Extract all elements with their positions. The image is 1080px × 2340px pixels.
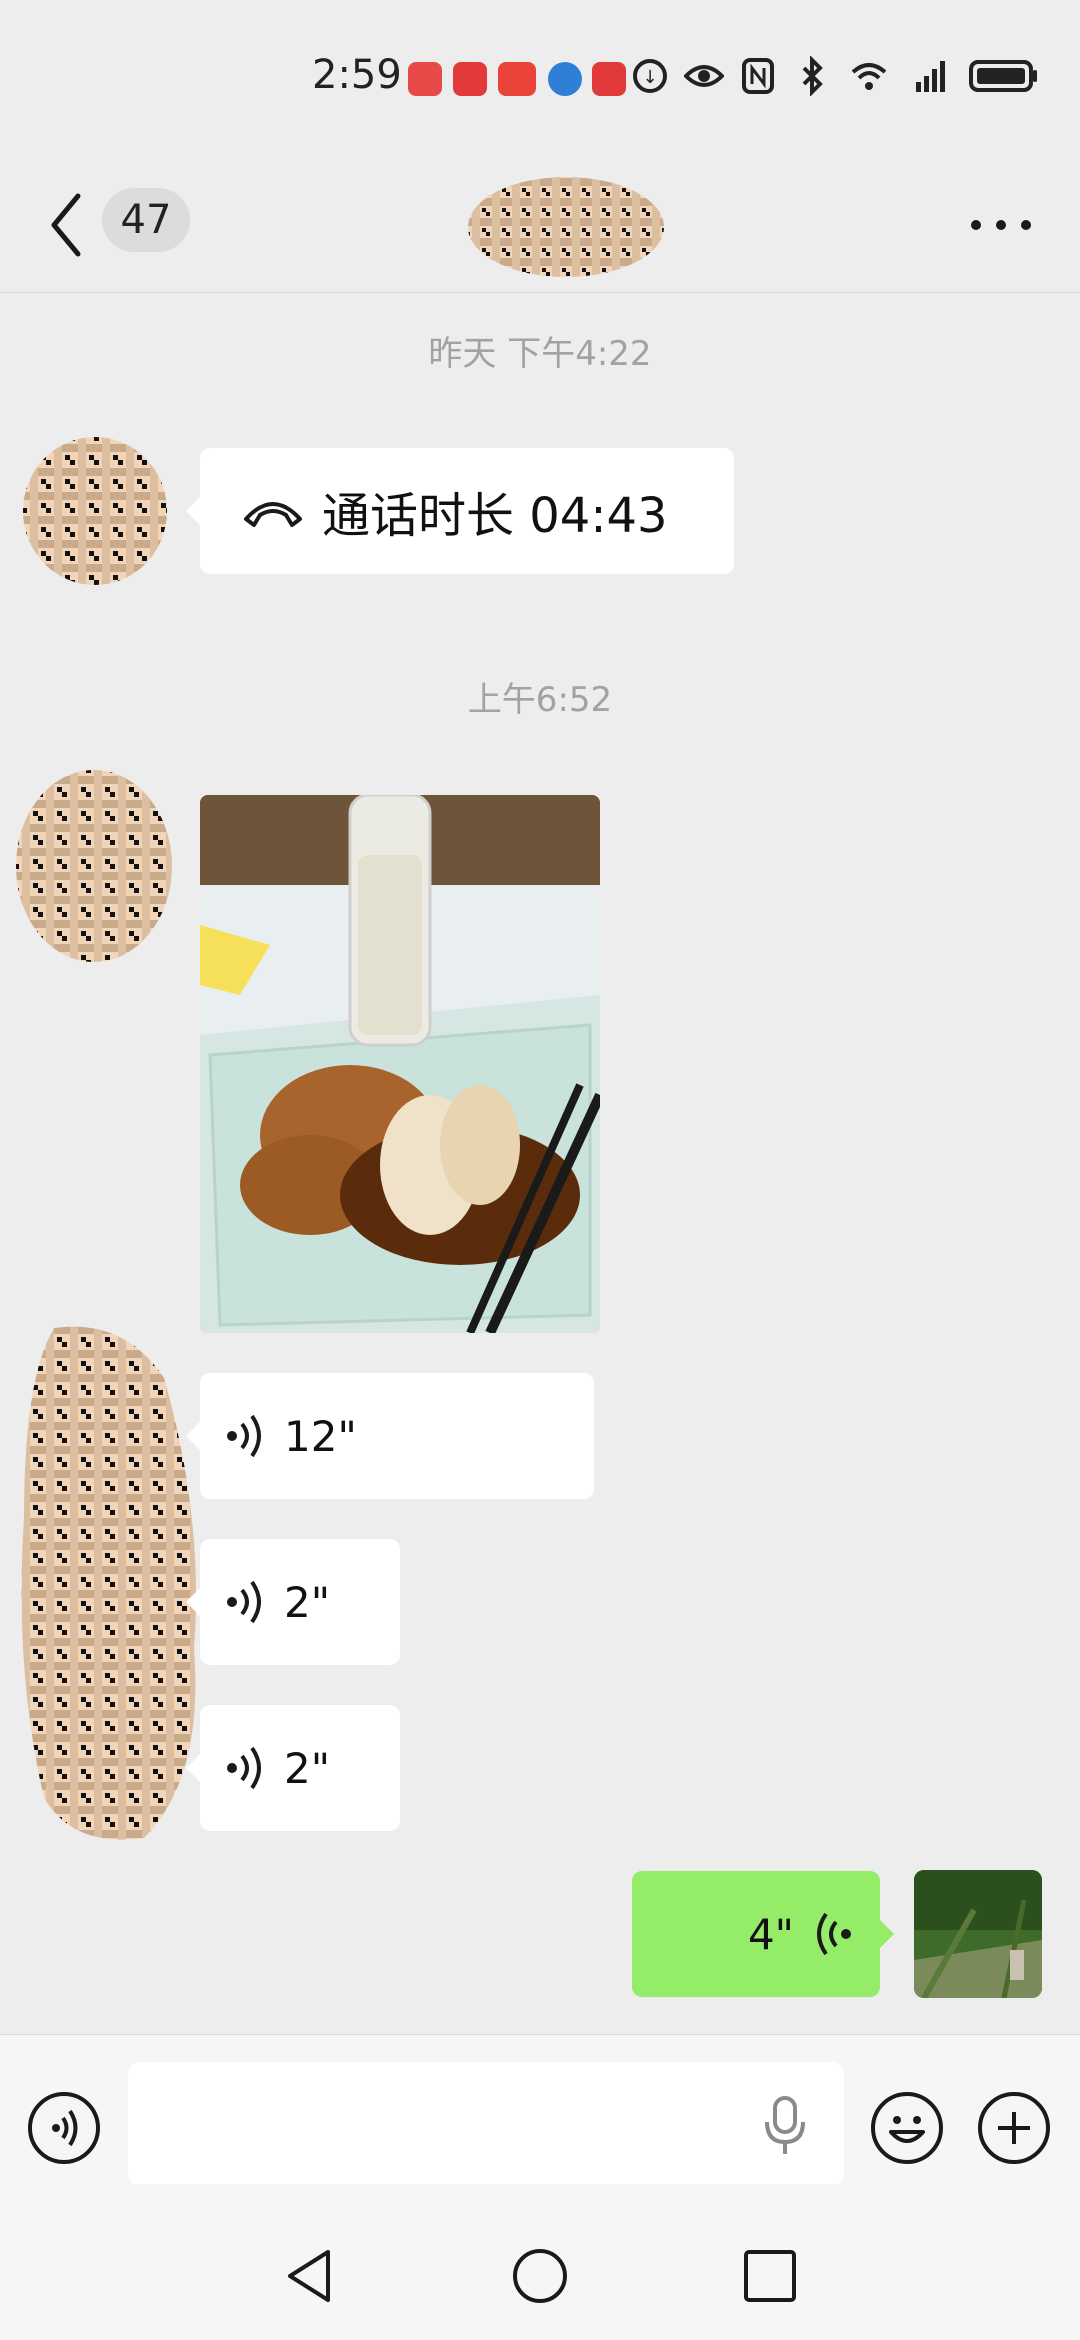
more-functions-button[interactable] [978, 2092, 1050, 2164]
status-bar: 2:59 ↓ [0, 0, 1080, 160]
voice-wave-icon [227, 1580, 261, 1624]
voice-duration: 4" [747, 1909, 794, 1959]
message-input[interactable] [128, 2062, 844, 2186]
photo-message-food[interactable] [200, 795, 600, 1333]
data-saver-icon: ↓ [633, 59, 667, 93]
voice-duration: 12" [284, 1411, 357, 1461]
emoji-button[interactable] [871, 2092, 943, 2164]
microphone-icon[interactable] [760, 2096, 810, 2156]
plus-icon [998, 2112, 1030, 2144]
5g-signal-icon [916, 61, 945, 92]
nav-recents-icon[interactable] [740, 2246, 800, 2306]
back-arrow-icon[interactable] [46, 190, 86, 260]
nfc-icon [742, 58, 774, 94]
status-time: 2:59 [312, 52, 402, 98]
voice-message-bubble[interactable]: 12" [186, 1373, 594, 1499]
eye-comfort-icon [684, 65, 724, 87]
call-record-bubble[interactable]: 通话时长 04:43 [186, 448, 734, 574]
outgoing-voice-message-bubble[interactable]: 4" [632, 1871, 894, 1997]
voice-toggle-icon [52, 2109, 78, 2147]
contact-avatar[interactable] [14, 1318, 206, 1848]
voice-message-bubble[interactable]: 2" [186, 1539, 400, 1665]
phone-handset-icon [244, 502, 302, 527]
huawei-app-icon [408, 62, 442, 96]
nav-home-icon[interactable] [510, 2246, 570, 2306]
contact-avatar[interactable] [22, 436, 168, 586]
voice-wave-icon [227, 1414, 261, 1458]
my-avatar[interactable] [914, 1870, 1042, 1998]
contact-avatar[interactable] [14, 768, 174, 964]
voice-wave-icon [817, 1912, 851, 1956]
chat-title-obscured [468, 177, 664, 277]
chat-header: 47 [0, 160, 1080, 293]
unread-count-badge[interactable]: 47 [102, 188, 190, 252]
nav-back-icon[interactable] [280, 2246, 340, 2306]
battery-icon [969, 60, 1037, 92]
voice-duration: 2" [284, 1743, 331, 1793]
timestamp: 昨天 下午4:22 [428, 334, 652, 374]
voice-message-bubble[interactable]: 2" [186, 1705, 400, 1831]
voice-input-toggle[interactable] [28, 2092, 100, 2164]
toutiao-app-icon [498, 62, 536, 96]
bluetooth-icon [802, 56, 823, 96]
voice-wave-icon [227, 1746, 261, 1790]
call-duration-label: 通话时长 04:43 [322, 488, 668, 544]
status-icons: ↓ [630, 56, 1040, 96]
app-icon-red-2 [592, 62, 626, 96]
voice-duration: 2" [284, 1577, 331, 1627]
wifi-icon [851, 63, 887, 90]
app-icon-red [453, 62, 487, 96]
timestamp: 上午6:52 [467, 680, 613, 720]
browser-app-icon [548, 62, 582, 96]
emoji-icon [889, 2116, 925, 2143]
more-options-icon[interactable] [966, 210, 1036, 240]
svg-text:↓: ↓ [642, 67, 657, 88]
